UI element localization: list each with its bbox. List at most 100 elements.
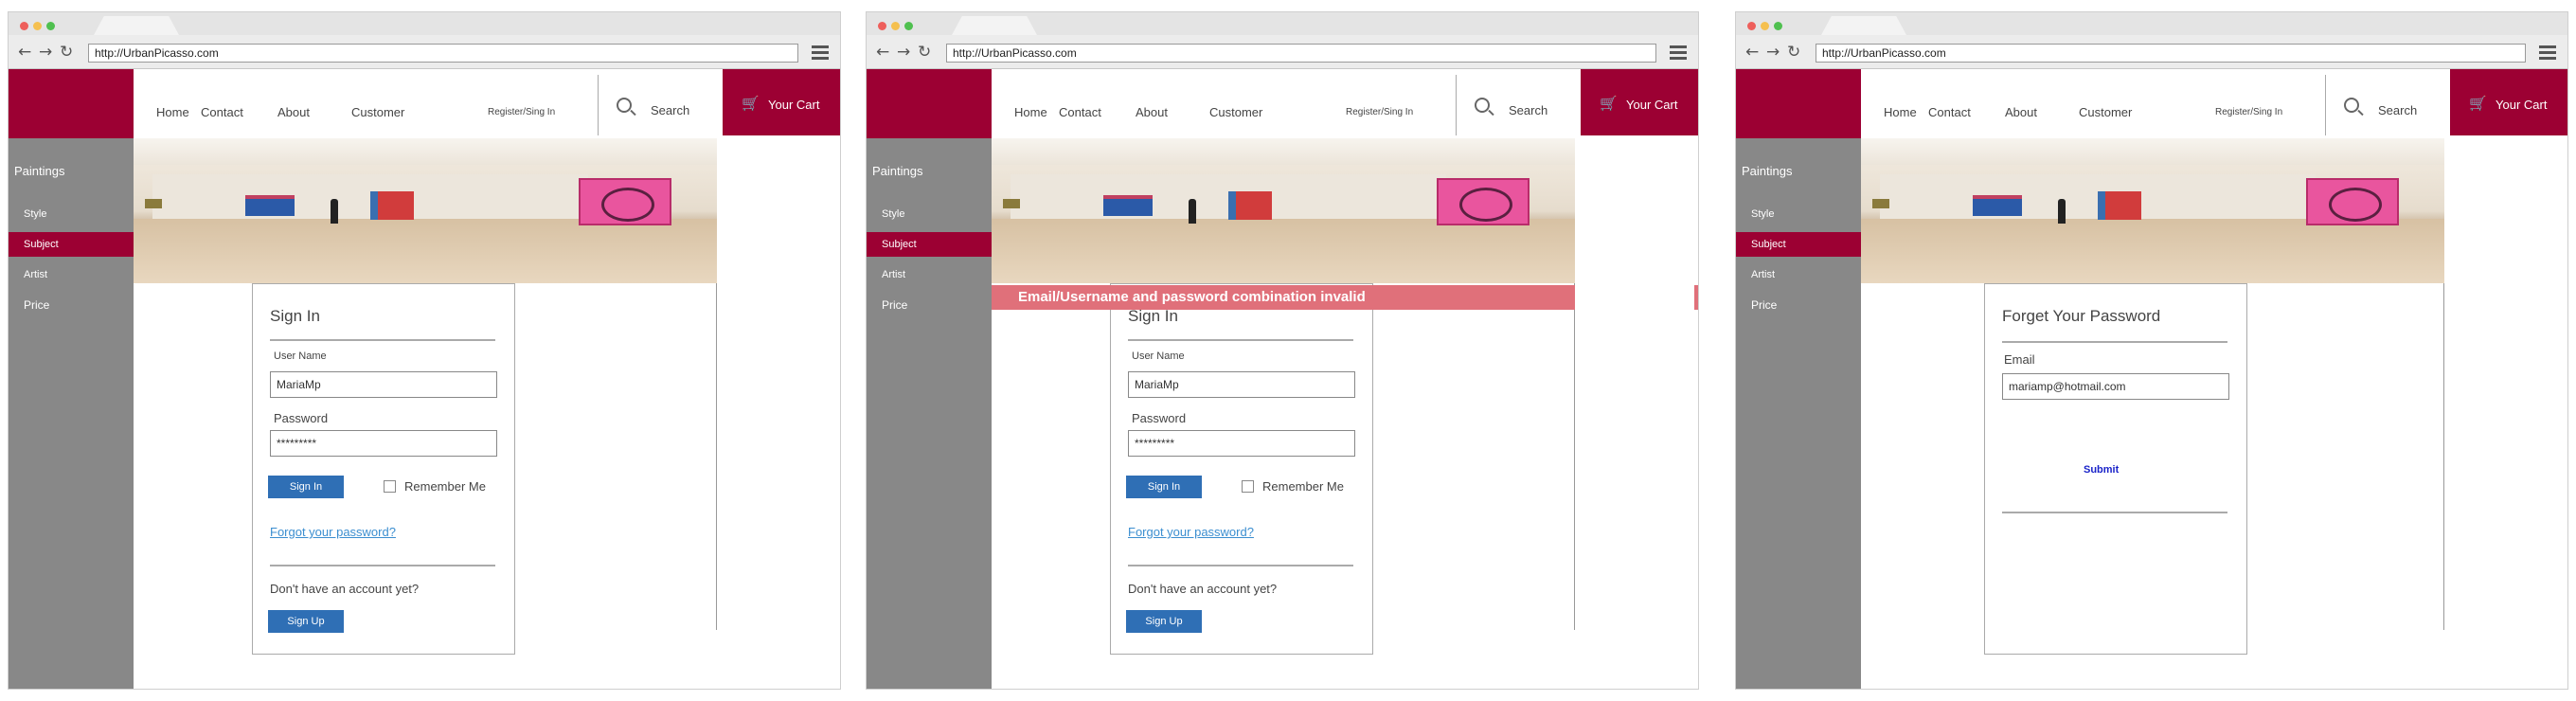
logo[interactable] bbox=[1736, 69, 1861, 138]
nav-register-signin[interactable]: Register/Sing In bbox=[488, 107, 555, 117]
hamburger-icon[interactable] bbox=[812, 45, 829, 60]
sidebar-title: Paintings bbox=[1742, 164, 1793, 178]
remember-me-checkbox[interactable] bbox=[384, 480, 396, 493]
forgot-password-title: Forget Your Password bbox=[2002, 307, 2161, 325]
password-input[interactable]: ********* bbox=[1128, 430, 1355, 457]
nav-register-signin[interactable]: Register/Sing In bbox=[1346, 107, 1413, 117]
hamburger-icon[interactable] bbox=[1670, 45, 1687, 60]
remember-me-checkbox[interactable] bbox=[1242, 480, 1254, 493]
arrow-right-icon[interactable]: → bbox=[39, 43, 52, 62]
email-label: Email bbox=[2004, 352, 2035, 367]
divider bbox=[2002, 512, 2227, 513]
arrow-left-icon[interactable]: ← bbox=[1745, 43, 1759, 62]
search-divider bbox=[2325, 75, 2326, 135]
search-divider bbox=[598, 75, 599, 135]
browser-window-forgot-password: ← → ↻ http://UrbanPicasso.com Paintings … bbox=[1735, 11, 2568, 690]
divider bbox=[1128, 339, 1353, 341]
search-icon[interactable] bbox=[2344, 98, 2359, 113]
nav-contact[interactable]: Contact bbox=[201, 105, 243, 119]
sidebar-item-artist[interactable]: Artist bbox=[1736, 262, 1861, 287]
submit-button[interactable]: Submit bbox=[2084, 464, 2119, 476]
maximize-window-dot[interactable] bbox=[1774, 22, 1782, 30]
remember-me-label: Remember Me bbox=[1262, 479, 1344, 494]
nav-contact[interactable]: Contact bbox=[1928, 105, 1971, 119]
sidebar: Paintings Style Subject Artist Price bbox=[1736, 69, 1861, 689]
signup-button[interactable]: Sign Up bbox=[268, 610, 344, 633]
hamburger-icon[interactable] bbox=[2539, 45, 2556, 60]
forgot-password-link[interactable]: Forgot your password? bbox=[1128, 525, 1254, 539]
maximize-window-dot[interactable] bbox=[46, 22, 55, 30]
browser-tab[interactable] bbox=[1821, 16, 1906, 35]
minimize-window-dot[interactable] bbox=[33, 22, 42, 30]
sidebar-item-subject[interactable]: Subject bbox=[9, 232, 134, 257]
maximize-window-dot[interactable] bbox=[904, 22, 913, 30]
cart-button[interactable]: 🛒 Your Cart bbox=[723, 69, 840, 135]
forgot-password-link[interactable]: Forgot your password? bbox=[270, 525, 396, 539]
arrow-left-icon[interactable]: ← bbox=[876, 43, 889, 62]
search-label[interactable]: Search bbox=[2378, 103, 2417, 117]
logo[interactable] bbox=[867, 69, 992, 138]
divider bbox=[1128, 565, 1353, 566]
search-label[interactable]: Search bbox=[1509, 103, 1547, 117]
browser-tab[interactable] bbox=[952, 16, 1037, 35]
close-window-dot[interactable] bbox=[1747, 22, 1756, 30]
nav-customer[interactable]: Customer bbox=[2079, 105, 2132, 119]
cart-label: Your Cart bbox=[2496, 98, 2548, 112]
nav-about[interactable]: About bbox=[277, 105, 310, 119]
sidebar-item-artist[interactable]: Artist bbox=[9, 262, 134, 287]
sidebar-item-style[interactable]: Style bbox=[9, 202, 134, 226]
arrow-right-icon[interactable]: → bbox=[1766, 43, 1780, 62]
signin-button[interactable]: Sign In bbox=[268, 476, 344, 498]
close-window-dot[interactable] bbox=[878, 22, 886, 30]
nav-home[interactable]: Home bbox=[1014, 105, 1047, 119]
minimize-window-dot[interactable] bbox=[1761, 22, 1769, 30]
nav-customer[interactable]: Customer bbox=[351, 105, 404, 119]
browser-window-signin-error: ← → ↻ http://UrbanPicasso.com Paintings … bbox=[866, 11, 1699, 690]
reload-icon[interactable]: ↻ bbox=[1787, 43, 1800, 62]
password-input[interactable]: ********* bbox=[270, 430, 497, 457]
top-nav: Home Contact About Customer Register/Sin… bbox=[992, 69, 1698, 138]
minimize-window-dot[interactable] bbox=[891, 22, 900, 30]
signup-button[interactable]: Sign Up bbox=[1126, 610, 1202, 633]
address-bar[interactable]: http://UrbanPicasso.com bbox=[88, 44, 798, 63]
cart-button[interactable]: 🛒 Your Cart bbox=[1581, 69, 1698, 135]
username-input[interactable]: MariaMp bbox=[270, 371, 497, 398]
address-bar[interactable]: http://UrbanPicasso.com bbox=[1816, 44, 2526, 63]
nav-customer[interactable]: Customer bbox=[1209, 105, 1262, 119]
username-input[interactable]: MariaMp bbox=[1128, 371, 1355, 398]
reload-icon[interactable]: ↻ bbox=[60, 43, 73, 62]
sidebar-item-price[interactable]: Price bbox=[1736, 293, 1861, 317]
nav-home[interactable]: Home bbox=[156, 105, 189, 119]
content-divider bbox=[2443, 283, 2444, 630]
sidebar-item-subject[interactable]: Subject bbox=[867, 232, 992, 257]
sidebar-item-style[interactable]: Style bbox=[867, 202, 992, 226]
nav-home[interactable]: Home bbox=[1884, 105, 1917, 119]
nav-register-signin[interactable]: Register/Sing In bbox=[2215, 107, 2282, 117]
nav-about[interactable]: About bbox=[2005, 105, 2037, 119]
reload-icon[interactable]: ↻ bbox=[918, 43, 931, 62]
search-icon[interactable] bbox=[617, 98, 632, 113]
logo[interactable] bbox=[9, 69, 134, 138]
sidebar-item-subject[interactable]: Subject bbox=[1736, 232, 1861, 257]
close-window-dot[interactable] bbox=[20, 22, 28, 30]
search-label[interactable]: Search bbox=[651, 103, 689, 117]
signin-button[interactable]: Sign In bbox=[1126, 476, 1202, 498]
search-icon[interactable] bbox=[1475, 98, 1490, 113]
username-label: User Name bbox=[1132, 350, 1185, 362]
cart-button[interactable]: 🛒 Your Cart bbox=[2450, 69, 2567, 135]
sidebar-item-price[interactable]: Price bbox=[9, 293, 134, 317]
nav-about[interactable]: About bbox=[1136, 105, 1168, 119]
arrow-right-icon[interactable]: → bbox=[897, 43, 910, 62]
sidebar-item-artist[interactable]: Artist bbox=[867, 262, 992, 287]
gallery-hero-image bbox=[1861, 138, 2444, 283]
nav-contact[interactable]: Contact bbox=[1059, 105, 1101, 119]
arrow-left-icon[interactable]: ← bbox=[18, 43, 31, 62]
browser-tab[interactable] bbox=[94, 16, 179, 35]
sidebar-item-price[interactable]: Price bbox=[867, 293, 992, 317]
address-bar[interactable]: http://UrbanPicasso.com bbox=[946, 44, 1656, 63]
cart-label: Your Cart bbox=[768, 98, 820, 112]
sidebar-item-style[interactable]: Style bbox=[1736, 202, 1861, 226]
email-input[interactable]: mariamp@hotmail.com bbox=[2002, 373, 2229, 400]
browser-chrome: ← → ↻ http://UrbanPicasso.com bbox=[1736, 12, 2567, 69]
sidebar-title: Paintings bbox=[872, 164, 923, 178]
